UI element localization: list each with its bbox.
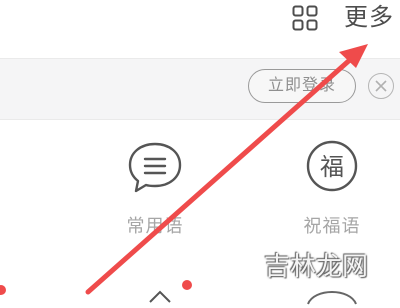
speech-bubble-icon [95,140,215,196]
feature-blessings[interactable]: 福 祝福语 [272,140,392,238]
close-icon[interactable] [368,73,394,99]
blessing-icon: 福 [272,140,392,196]
partial-icon [307,291,357,305]
feature-common-phrases[interactable]: 常用语 [95,140,215,238]
more-button[interactable]: 更多 [344,2,394,32]
login-banner: 立即登录 [0,58,400,120]
notification-dot [0,285,6,295]
feature-label: 祝福语 [303,216,361,237]
login-button[interactable]: 立即登录 [248,69,356,103]
feature-label: 常用语 [126,216,184,237]
partial-icon [149,290,171,303]
watermark: 吉林龙网 [264,252,369,282]
notification-dot [182,280,192,290]
grid-icon[interactable] [292,5,318,31]
top-header: 更多 [0,0,400,58]
blessing-icon-glyph: 福 [320,153,344,181]
